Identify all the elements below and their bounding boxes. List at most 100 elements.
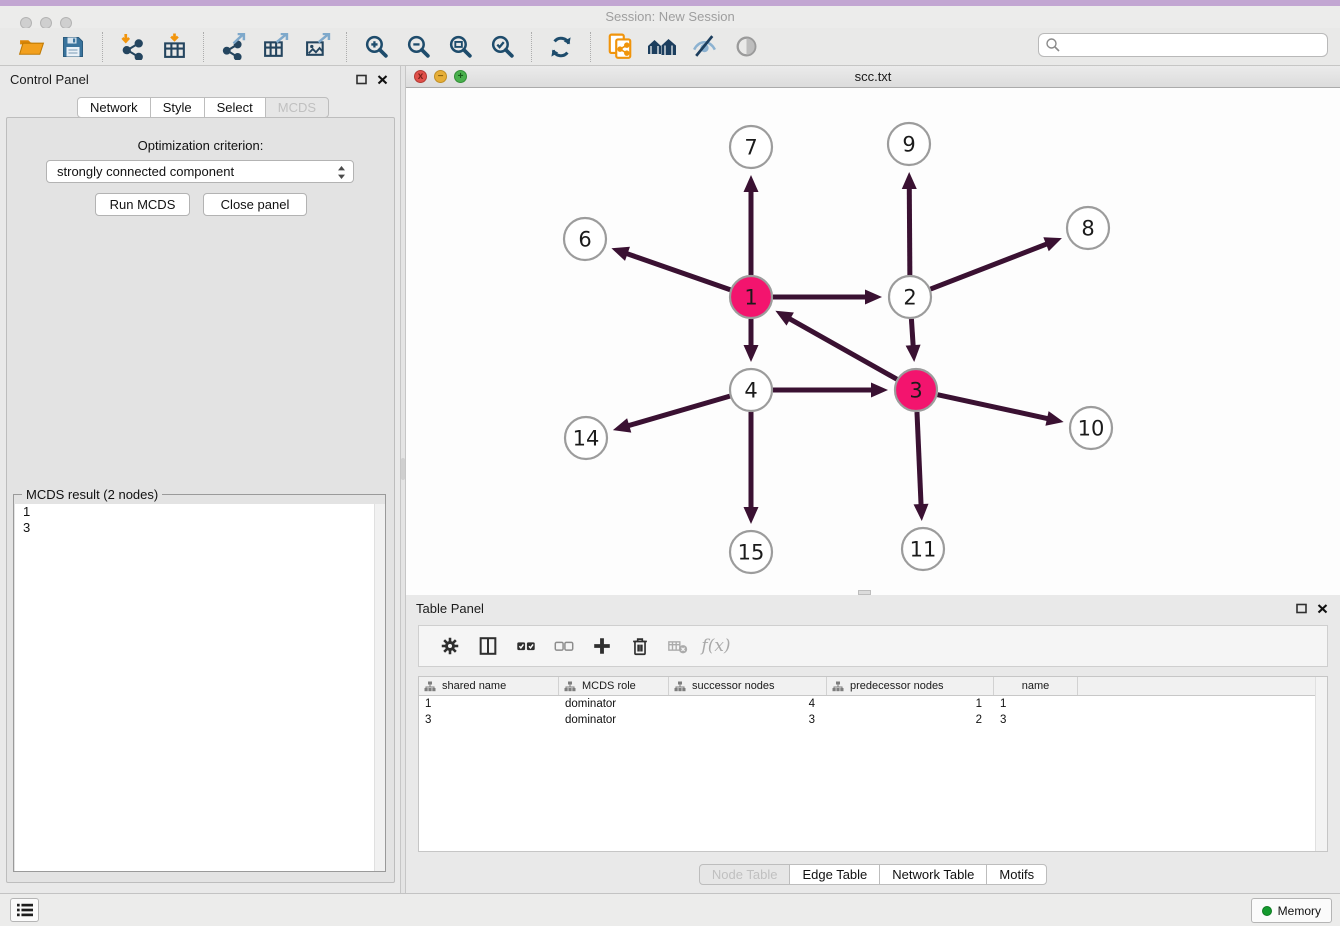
export-table-icon[interactable]: [259, 31, 291, 63]
close-panel-button[interactable]: Close panel: [203, 193, 307, 216]
graph-node-label: 3: [909, 379, 922, 403]
zoom-out-icon[interactable]: [402, 31, 434, 63]
delete-column-trash-icon[interactable]: [623, 629, 657, 663]
tab-edge-table[interactable]: Edge Table: [789, 864, 880, 885]
network-canvas[interactable]: 7 9 6 8 1 2 4 3 14 10 15 11: [406, 88, 1340, 595]
table-toolbar: f(x): [418, 625, 1328, 667]
tab-select[interactable]: Select: [204, 97, 266, 118]
network-maximize-button[interactable]: +: [454, 70, 467, 83]
graph-edge-arrowhead: [914, 504, 929, 521]
tab-mcds[interactable]: MCDS: [265, 97, 329, 118]
first-neighbors-icon[interactable]: [646, 31, 678, 63]
table-settings-gear-icon[interactable]: [433, 629, 467, 663]
show-graphics-details-icon[interactable]: [730, 31, 762, 63]
table-row[interactable]: 3dominator323: [419, 712, 1327, 728]
export-network-icon[interactable]: [217, 31, 249, 63]
column-header-predecessor-nodes[interactable]: predecessor nodes: [827, 677, 994, 695]
result-list-item[interactable]: 1: [15, 504, 385, 520]
graph-node-7[interactable]: 7: [730, 126, 772, 168]
apply-layout-icon[interactable]: [545, 31, 577, 63]
table-scrollbar[interactable]: [1315, 677, 1327, 851]
column-header-name[interactable]: name: [994, 677, 1078, 695]
table-cell: 3: [419, 712, 559, 728]
result-scrollbar[interactable]: [374, 504, 385, 871]
app-titlebar: Session: New Session: [0, 6, 1340, 28]
tab-node-table[interactable]: Node Table: [699, 864, 791, 885]
column-header-label: name: [1022, 680, 1050, 692]
zoom-selected-icon[interactable]: [486, 31, 518, 63]
close-panel-icon[interactable]: [377, 74, 388, 85]
graph-edge-2-8[interactable]: [931, 242, 1051, 289]
graph-node-6[interactable]: 6: [564, 218, 606, 260]
column-header-label: successor nodes: [692, 680, 775, 692]
mcds-panel: Optimization criterion: strongly connect…: [6, 117, 395, 883]
graph-node-label: 8: [1081, 217, 1094, 241]
tab-style[interactable]: Style: [150, 97, 205, 118]
task-history-button[interactable]: [10, 898, 39, 922]
save-session-icon[interactable]: [57, 31, 89, 63]
table-header-row: shared name MCDS role successor nodes prede…: [419, 677, 1327, 696]
memory-button[interactable]: Memory: [1251, 898, 1332, 923]
graph-edge-4-14[interactable]: [624, 396, 729, 427]
criterion-dropdown[interactable]: strongly connected component: [46, 160, 354, 183]
graph-node-3[interactable]: 3: [895, 369, 937, 411]
graph-edge-arrowhead: [744, 175, 759, 192]
toolbar-separator: [590, 32, 591, 62]
deselect-all-columns-icon[interactable]: [547, 629, 581, 663]
network-close-button[interactable]: x: [414, 70, 427, 83]
graph-node-1[interactable]: 1: [730, 276, 772, 318]
graph-node-10[interactable]: 10: [1070, 407, 1112, 449]
graph-node-9[interactable]: 9: [888, 123, 930, 165]
import-table-icon[interactable]: [158, 31, 190, 63]
network-minimize-button[interactable]: −: [434, 70, 447, 83]
network-window-titlebar[interactable]: x − + scc.txt: [406, 66, 1340, 88]
graph-node-4[interactable]: 4: [730, 369, 772, 411]
column-header-MCDS-role[interactable]: MCDS role: [559, 677, 669, 695]
control-panel-tabs: Network Style Select MCDS: [77, 97, 329, 118]
graph-edge-2-9[interactable]: [909, 184, 910, 275]
result-list-item[interactable]: 3: [15, 520, 385, 536]
graph-node-14[interactable]: 14: [565, 417, 607, 459]
add-column-icon[interactable]: [585, 629, 619, 663]
graph-node-2[interactable]: 2: [889, 276, 931, 318]
graph-node-label: 6: [578, 228, 591, 252]
close-panel-icon[interactable]: [1317, 603, 1328, 614]
float-panel-icon[interactable]: [1296, 603, 1308, 614]
network-graph: 7 9 6 8 1 2 4 3 14 10 15 11: [406, 88, 1340, 595]
graph-edge-arrowhead: [906, 345, 921, 362]
graph-edge-1-6[interactable]: [623, 252, 730, 290]
search-box: [1038, 33, 1328, 57]
zoom-fit-icon[interactable]: [444, 31, 476, 63]
tab-network-table[interactable]: Network Table: [879, 864, 987, 885]
duplicate-network-icon[interactable]: [604, 31, 636, 63]
graph-edge-3-1[interactable]: [786, 317, 897, 380]
open-file-icon[interactable]: [15, 31, 47, 63]
table-body: 1dominator4113dominator323: [419, 696, 1327, 728]
table-row[interactable]: 1dominator411: [419, 696, 1327, 712]
mcds-result-list: 13: [15, 504, 385, 871]
table-tabs: Node Table Edge Table Network Table Moti…: [406, 864, 1340, 885]
import-network-icon[interactable]: [116, 31, 148, 63]
select-all-columns-icon[interactable]: [509, 629, 543, 663]
graph-edge-arrowhead: [1045, 411, 1063, 426]
zoom-in-icon[interactable]: [360, 31, 392, 63]
graph-edge-3-10[interactable]: [937, 395, 1051, 420]
search-input[interactable]: [1038, 33, 1328, 57]
column-header-shared-name[interactable]: shared name: [419, 677, 559, 695]
show-columns-icon[interactable]: [471, 629, 505, 663]
graph-node-15[interactable]: 15: [730, 531, 772, 573]
float-panel-icon[interactable]: [356, 74, 368, 85]
graph-edge-3-11[interactable]: [917, 412, 921, 509]
splitter-handle[interactable]: [401, 458, 405, 480]
hide-graphics-details-icon[interactable]: [688, 31, 720, 63]
column-header-label: MCDS role: [582, 680, 636, 692]
export-image-icon[interactable]: [301, 31, 333, 63]
run-mcds-button[interactable]: Run MCDS: [95, 193, 190, 216]
graph-node-label: 2: [903, 286, 916, 310]
memory-label: Memory: [1278, 904, 1321, 918]
tab-motifs[interactable]: Motifs: [986, 864, 1047, 885]
tab-network[interactable]: Network: [77, 97, 151, 118]
graph-node-8[interactable]: 8: [1067, 207, 1109, 249]
graph-node-11[interactable]: 11: [902, 528, 944, 570]
column-header-successor-nodes[interactable]: successor nodes: [669, 677, 827, 695]
